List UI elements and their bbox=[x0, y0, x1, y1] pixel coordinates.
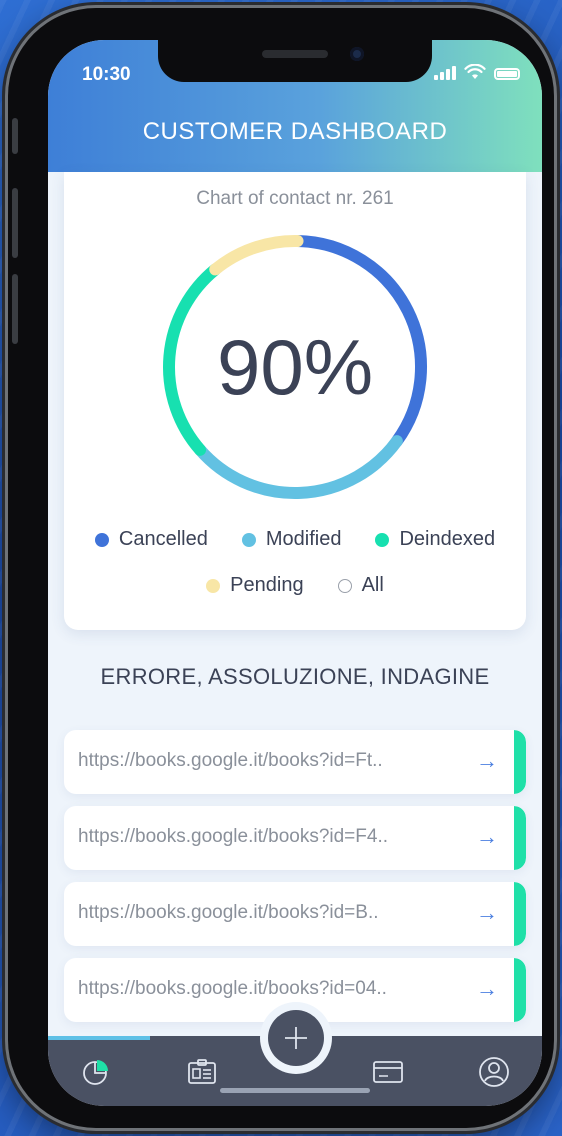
wifi-icon bbox=[464, 64, 486, 79]
legend-deindexed[interactable]: Deindexed bbox=[375, 528, 495, 551]
link-url: https://books.google.it/books?id=B.. bbox=[78, 902, 379, 923]
link-card[interactable]: https://books.google.it/books?id=B.. → bbox=[64, 882, 526, 946]
id-card-icon[interactable] bbox=[186, 1056, 218, 1088]
legend-modified[interactable]: Modified bbox=[241, 528, 342, 551]
legend-cancelled[interactable]: Cancelled bbox=[94, 528, 208, 551]
chart-card: Chart of contact nr. 261 90% Cancelled M… bbox=[64, 172, 526, 630]
status-time: 10:30 bbox=[82, 64, 131, 85]
legend-dot bbox=[206, 578, 221, 593]
link-accent-bar bbox=[514, 958, 526, 1022]
user-icon[interactable] bbox=[478, 1056, 510, 1088]
donut-center-value: 90% bbox=[216, 322, 374, 411]
legend-dot bbox=[375, 532, 390, 547]
legend-dot bbox=[337, 578, 352, 593]
legend-label: Modified bbox=[265, 528, 342, 550]
link-accent-bar bbox=[514, 806, 526, 870]
camera bbox=[350, 47, 364, 61]
pie-chart-icon[interactable] bbox=[80, 1056, 112, 1088]
arrow-right-icon[interactable]: → bbox=[476, 748, 498, 774]
legend-row-1: Cancelled Modified Deindexed bbox=[64, 528, 526, 551]
section-title: ERRORE, ASSOLUZIONE, INDAGINE bbox=[100, 664, 490, 689]
status-icons bbox=[434, 64, 520, 80]
arrow-right-icon[interactable]: → bbox=[476, 824, 498, 850]
battery-icon bbox=[494, 68, 520, 80]
legend-all[interactable]: All bbox=[337, 574, 384, 597]
home-indicator bbox=[220, 1088, 370, 1093]
legend-label: Deindexed bbox=[399, 528, 496, 550]
legend-pending[interactable]: Pending bbox=[206, 574, 304, 597]
add-button[interactable] bbox=[268, 1010, 324, 1066]
legend-dot bbox=[241, 532, 256, 547]
signal-icon bbox=[434, 66, 456, 80]
mute-switch bbox=[12, 118, 18, 154]
link-url: https://books.google.it/books?id=04.. bbox=[78, 978, 387, 999]
legend-label: Cancelled bbox=[118, 528, 208, 550]
link-url: https://books.google.it/books?id=F4.. bbox=[78, 826, 389, 847]
link-card[interactable]: https://books.google.it/books?id=F4.. → bbox=[64, 806, 526, 870]
arrow-right-icon[interactable]: → bbox=[476, 900, 498, 926]
link-card[interactable]: https://books.google.it/books?id=Ft.. → bbox=[64, 730, 526, 794]
link-url: https://books.google.it/books?id=Ft.. bbox=[78, 750, 383, 771]
arrow-right-icon[interactable]: → bbox=[476, 976, 498, 1002]
plus-icon bbox=[285, 1027, 307, 1049]
link-accent-bar bbox=[514, 730, 526, 794]
screen: 10:30 CUSTOMER DASHBOARD Chart of contac… bbox=[48, 40, 542, 1106]
header: 10:30 CUSTOMER DASHBOARD bbox=[48, 40, 542, 172]
volume-up-button bbox=[12, 188, 18, 258]
volume-down-button bbox=[12, 274, 18, 344]
tab-active-indicator bbox=[48, 1036, 150, 1040]
legend-label: Pending bbox=[230, 574, 304, 596]
link-accent-bar bbox=[514, 882, 526, 946]
donut-chart: 90% bbox=[160, 232, 430, 502]
notch bbox=[158, 40, 432, 82]
legend-row-2: Pending All bbox=[64, 574, 526, 597]
page-title: CUSTOMER DASHBOARD bbox=[142, 118, 448, 145]
legend-dot bbox=[94, 532, 109, 547]
legend-label: All bbox=[361, 574, 384, 596]
speaker bbox=[262, 50, 328, 58]
chart-subtitle: Chart of contact nr. 261 bbox=[196, 188, 394, 209]
card-icon[interactable] bbox=[372, 1056, 404, 1088]
